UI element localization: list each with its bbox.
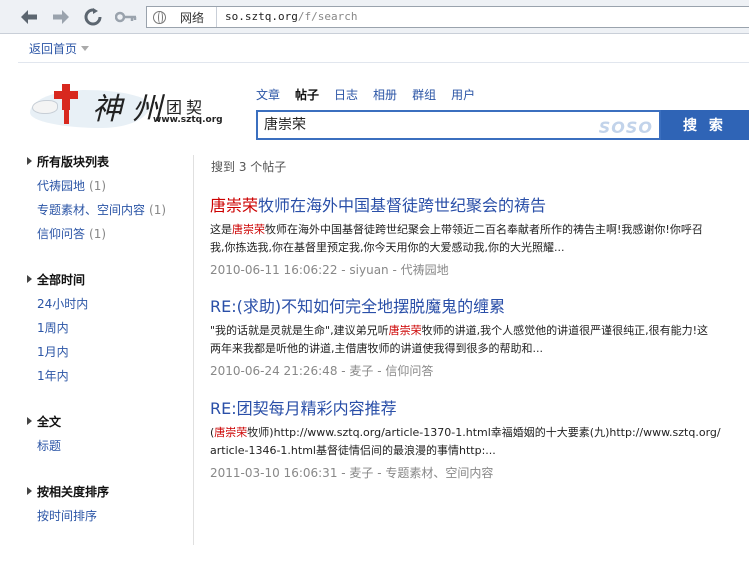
result-item: RE:(求助)不知如何完全地摆脱魔鬼的缠累 "我的话就是灵就是生命",建议弟兄听… — [210, 293, 749, 379]
filter-heading-label: 所有版块列表 — [37, 155, 110, 169]
result-snippet: 这是唐崇荣牧师在海外中国基督徒跨世纪聚会上带领近二百名奉献者所作的祷告主啊!我感… — [210, 221, 749, 257]
snippet-line: "我的话就是灵就是生命",建议弟兄听唐崇荣牧师的讲道,我个人感觉他的讲道很严谨很… — [210, 322, 749, 340]
snippet-text: "我的话就是灵就是生命",建议弟兄听 — [210, 324, 389, 337]
cross-icon-bar — [54, 91, 78, 99]
snippet-text: 这是 — [210, 223, 232, 236]
result-count: 搜到 3 个帖子 — [211, 160, 287, 174]
filter-sidebar: 所有版块列表 代祷园地 (1) 专题素材、空间内容 (1) 信仰问答 (1) 全部时间… — [27, 150, 192, 550]
result-title-highlight: 唐崇荣 — [210, 196, 259, 215]
snippet-text: 两年来我都是听他的讲道,主借唐牧师的讲道使我得到很多的帮助和... — [210, 342, 543, 355]
caret-right-icon — [27, 275, 32, 283]
forward-icon[interactable] — [50, 6, 72, 28]
tab-posts[interactable]: 帖子 — [295, 86, 319, 103]
back-home-label: 返回首页 — [29, 42, 78, 56]
soso-logo: SOSO — [598, 118, 653, 137]
result-title-text: RE:(求助)不知如何完全地摆脱魔鬼的缠累 — [210, 297, 506, 316]
filter-item-prayer[interactable]: 代祷园地 (1) — [27, 174, 192, 198]
filter-item-label: 专题素材、空间内容 — [37, 203, 146, 217]
header-divider — [18, 62, 749, 63]
filter-item-sort-time[interactable]: 按时间排序 — [27, 504, 192, 528]
filter-item-count: (1) — [149, 203, 167, 217]
filter-heading-fulltext: 全文 — [27, 410, 192, 434]
snippet-line: article-1346-1.html基督徒情侣间的最浪漫的事情http:... — [210, 442, 749, 460]
snippet-highlight: 唐崇荣 — [388, 324, 422, 337]
site-info-label: 网络 — [180, 10, 205, 25]
globe-icon — [153, 10, 166, 24]
tab-albums[interactable]: 相册 — [373, 86, 397, 103]
snippet-text: article-1346-1.html基督徒情侣间的最浪漫的事情http:... — [210, 444, 496, 457]
result-title-link[interactable]: RE:团契每月精彩内容推荐 — [210, 395, 749, 419]
filter-section-sort: 按相关度排序 按时间排序 — [27, 480, 192, 528]
snippet-line: 这是唐崇荣牧师在海外中国基督徒跨世纪聚会上带领近二百名奉献者所作的祷告主啊!我感… — [210, 221, 749, 239]
tab-groups[interactable]: 群组 — [412, 86, 436, 103]
filter-item-count: (1) — [89, 179, 107, 193]
tab-blogs[interactable]: 日志 — [334, 86, 358, 103]
snippet-highlight: 唐崇荣 — [232, 223, 265, 236]
filter-item-1year[interactable]: 1年内 — [27, 364, 192, 388]
search-input[interactable]: 唐崇荣 SOSO — [256, 110, 661, 140]
filter-section-time: 全部时间 24小时内 1周内 1月内 1年内 — [27, 268, 192, 388]
back-home-link[interactable]: 返回首页 — [29, 40, 90, 57]
filter-item-1month[interactable]: 1月内 — [27, 340, 192, 364]
back-icon[interactable] — [18, 6, 40, 28]
filter-item-topics[interactable]: 专题素材、空间内容 (1) — [27, 198, 192, 222]
url-path: /f/search — [297, 10, 358, 23]
filter-section-boards: 所有版块列表 代祷园地 (1) 专题素材、空间内容 (1) 信仰问答 (1) — [27, 150, 192, 246]
reload-icon[interactable] — [82, 6, 104, 28]
snippet-line: 我,你拣选我,你在基督里预定我,你今天用你的大爱感动我,你的大光照耀... — [210, 239, 749, 257]
result-meta: 2010-06-24 21:26:48 - 麦子 - 信仰问答 — [210, 364, 434, 378]
chevron-down-icon — [81, 46, 90, 51]
filter-item-faith-qa[interactable]: 信仰问答 (1) — [27, 222, 192, 246]
filter-item-24h[interactable]: 24小时内 — [27, 292, 192, 316]
filter-heading-time: 全部时间 — [27, 268, 192, 292]
result-snippet: "我的话就是灵就是生命",建议弟兄听唐崇荣牧师的讲道,我个人感觉他的讲道很严谨很… — [210, 322, 749, 358]
key-icon[interactable] — [113, 6, 139, 28]
filter-section-scope: 全文 标题 — [27, 410, 192, 458]
caret-right-icon — [27, 157, 32, 165]
sidebar-divider — [193, 155, 194, 545]
caret-right-icon — [27, 417, 32, 425]
site-logo[interactable]: 神州 团契 www.sztq.org — [30, 82, 230, 134]
result-title-text: 牧师在海外中国基督徒跨世纪聚会的祷告 — [258, 196, 547, 215]
filter-item-label: 代祷园地 — [37, 179, 86, 193]
address-bar[interactable]: 网络 so.sztq.org/f/search — [146, 6, 749, 28]
filter-heading-label: 按相关度排序 — [37, 485, 110, 499]
caret-right-icon — [27, 487, 32, 495]
snippet-text: 牧师的讲道,我个人感觉他的讲道很严谨很纯正,很有能力!这 — [421, 324, 709, 337]
search-query: 唐崇荣 — [264, 117, 306, 133]
filter-item-1week[interactable]: 1周内 — [27, 316, 192, 340]
filter-heading-boards: 所有版块列表 — [27, 150, 192, 174]
result-snippet: (唐崇荣牧师)http://www.sztq.org/article-1370-… — [210, 424, 749, 460]
snippet-highlight: 唐崇荣 — [214, 426, 248, 439]
search-button[interactable]: 搜 索 — [661, 110, 749, 140]
filter-item-title[interactable]: 标题 — [27, 434, 192, 458]
logo-url-text: www.sztq.org — [153, 115, 223, 125]
browser-toolbar: 网络 so.sztq.org/f/search — [0, 0, 749, 34]
filter-item-count: (1) — [89, 227, 107, 241]
site-info-button[interactable]: 网络 — [147, 7, 217, 27]
filter-item-label: 信仰问答 — [37, 227, 86, 241]
filter-heading-relevance: 按相关度排序 — [27, 480, 192, 504]
snippet-line: 两年来我都是听他的讲道,主借唐牧师的讲道使我得到很多的帮助和... — [210, 340, 749, 358]
result-meta: 2011-03-10 16:06:31 - 麦子 - 专题素材、空间内容 — [210, 466, 494, 480]
snippet-line: (唐崇荣牧师)http://www.sztq.org/article-1370-… — [210, 424, 749, 442]
result-title-text: RE:团契每月精彩内容推荐 — [210, 399, 397, 418]
filter-heading-label: 全文 — [37, 415, 62, 429]
snippet-text: 牧师在海外中国基督徒跨世纪聚会上带领近二百名奉献者所作的祷告主啊!我感谢你!你呼… — [265, 223, 703, 236]
snippet-text: 我,你拣选我,你在基督里预定我,你今天用你的大爱感动我,你的大光照耀... — [210, 241, 565, 254]
url-text[interactable]: so.sztq.org/f/search — [225, 10, 357, 23]
tab-users[interactable]: 用户 — [451, 86, 475, 103]
result-title-link[interactable]: 唐崇荣牧师在海外中国基督徒跨世纪聚会的祷告 — [210, 192, 749, 216]
dove-graphic — [32, 100, 58, 114]
result-title-link[interactable]: RE:(求助)不知如何完全地摆脱魔鬼的缠累 — [210, 293, 749, 317]
cross-stand — [64, 110, 69, 124]
search-tabs: 文章 帖子 日志 相册 群组 用户 — [256, 86, 490, 103]
filter-heading-label: 全部时间 — [37, 273, 86, 287]
url-domain: so.sztq.org — [225, 10, 298, 23]
snippet-text: 牧师)http://www.sztq.org/article-1370-1.ht… — [247, 426, 721, 439]
result-meta: 2010-06-11 16:06:22 - siyuan - 代祷园地 — [210, 263, 449, 277]
result-item: 唐崇荣牧师在海外中国基督徒跨世纪聚会的祷告 这是唐崇荣牧师在海外中国基督徒跨世纪… — [210, 192, 749, 278]
result-item: RE:团契每月精彩内容推荐 (唐崇荣牧师)http://www.sztq.org… — [210, 395, 749, 481]
tab-articles[interactable]: 文章 — [256, 86, 280, 103]
